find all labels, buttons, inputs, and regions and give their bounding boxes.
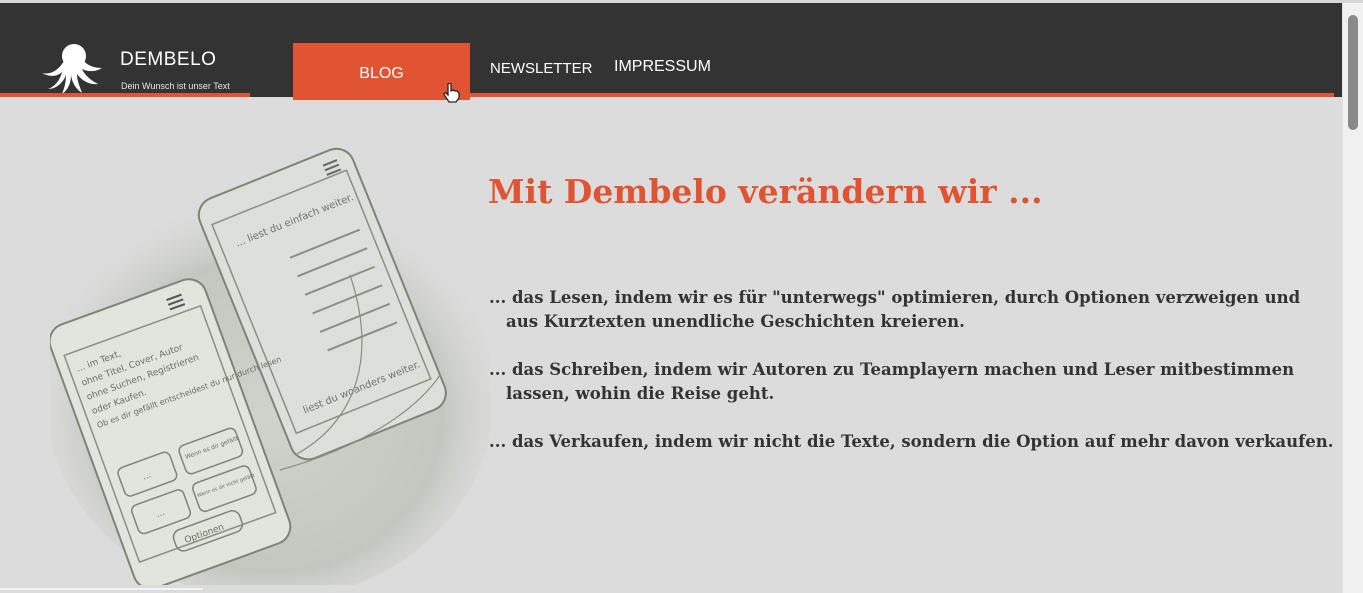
nav-item-newsletter[interactable]: NEWSLETTER bbox=[490, 60, 593, 77]
hero-bullet-lesen: ... das Lesen, indem wir es für "unterwe… bbox=[489, 288, 1301, 331]
hero-bullet-schreiben: ... das Schreiben, indem wir Autoren zu … bbox=[489, 360, 1295, 403]
vertical-scrollbar[interactable] bbox=[1342, 3, 1363, 593]
hero-bullet-verkaufen: ... das Verkaufen, indem wir nicht die T… bbox=[489, 432, 1334, 451]
brand-tagline: Dein Wunsch ist unser Text bbox=[121, 81, 230, 91]
nav-item-impressum[interactable]: IMPRESSUM bbox=[614, 58, 711, 76]
bottom-edge-highlight bbox=[0, 588, 203, 590]
phone-sketch-illustration: ... liest du einfach weiter. liest du wo… bbox=[50, 147, 490, 585]
nav-accent-line-left bbox=[0, 93, 250, 97]
top-navigation-bar: DEMBELO Dein Wunsch ist unser Text BLOG … bbox=[0, 3, 1342, 100]
scrollbar-thumb[interactable] bbox=[1348, 15, 1358, 130]
octopus-icon[interactable] bbox=[40, 41, 104, 95]
brand-name[interactable]: DEMBELO bbox=[120, 49, 216, 71]
hero-headline: Mit Dembelo verändern wir ... bbox=[488, 172, 1043, 211]
hand-cursor-icon bbox=[443, 83, 460, 103]
